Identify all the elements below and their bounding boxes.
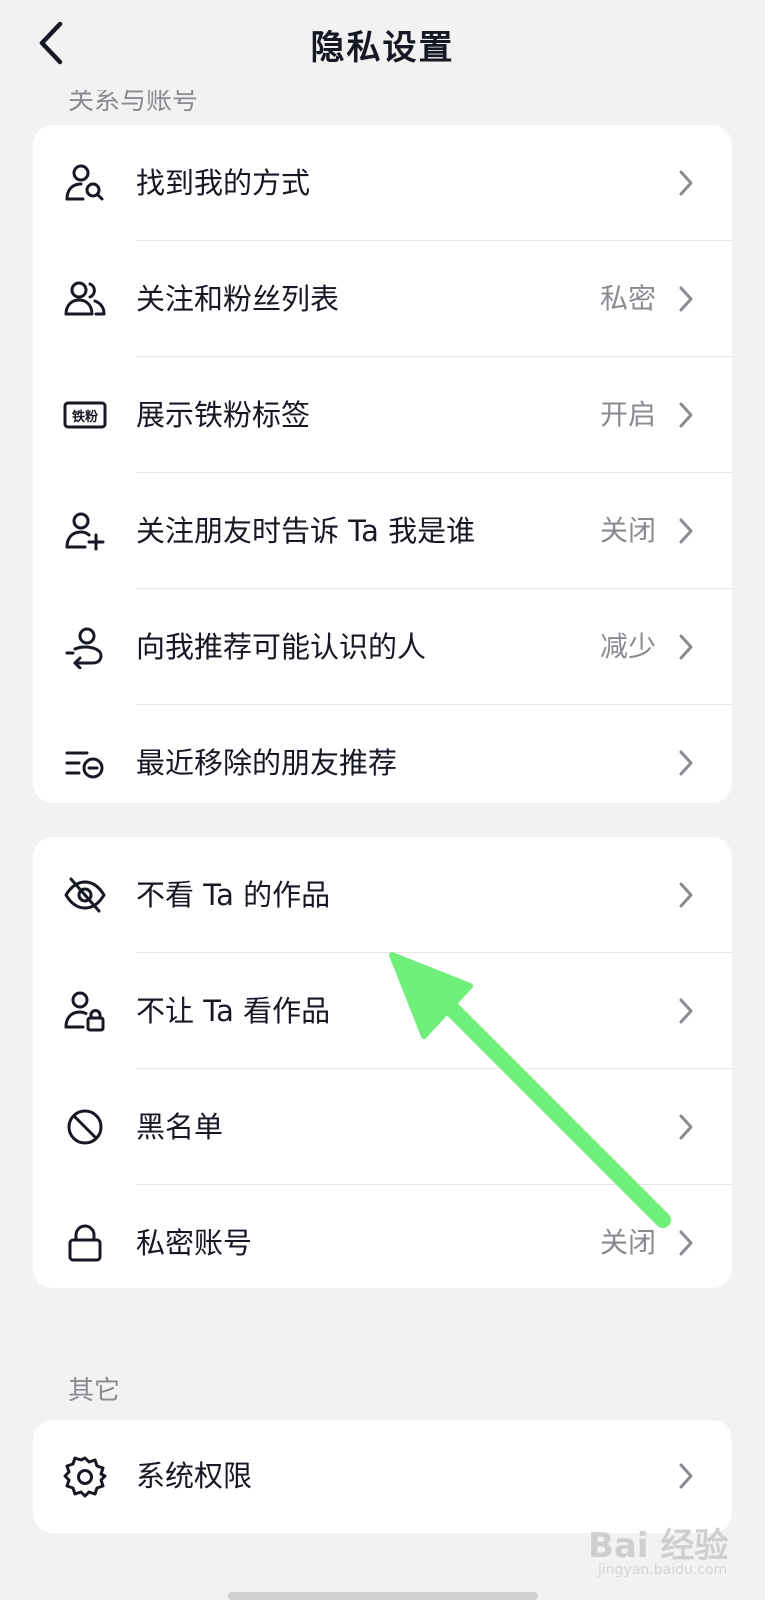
row-hide-their-works[interactable]: 不看 Ta 的作品: [33, 837, 732, 953]
home-indicator: [228, 1592, 538, 1600]
row-label: 最近移除的朋友推荐: [136, 746, 398, 780]
row-tiefen-badge[interactable]: 铁粉 展示铁粉标签 开启: [33, 357, 732, 473]
row-label: 私密账号: [136, 1226, 253, 1260]
chevron-right-icon: [679, 1114, 693, 1140]
add-user-icon: [65, 512, 105, 551]
row-label: 关注朋友时告诉 Ta 我是谁: [136, 514, 476, 548]
row-recommend-people[interactable]: 向我推荐可能认识的人 减少: [33, 589, 732, 705]
header: 隐私设置: [0, 0, 765, 90]
tiefen-badge-text: 铁粉: [71, 409, 98, 425]
tiefen-badge-icon: 铁粉: [63, 401, 107, 429]
relations-card: 找到我的方式 关注和粉丝列表 私密 铁粉 展示铁粉标签 开启 关注朋友时告诉 T…: [33, 125, 732, 803]
lock-icon: [68, 1224, 102, 1262]
gear-icon: [63, 1456, 107, 1498]
row-label: 展示铁粉标签: [136, 398, 311, 432]
row-find-me[interactable]: 找到我的方式: [33, 125, 732, 241]
chevron-right-icon: [679, 750, 693, 776]
eye-off-icon: [64, 877, 106, 913]
row-value: 关闭: [599, 1226, 656, 1259]
row-label: 不看 Ta 的作品: [136, 878, 331, 912]
row-value: 减少: [599, 630, 656, 663]
watermark-url: jingyan.baidu.com: [598, 1562, 728, 1578]
row-label: 黑名单: [136, 1110, 224, 1144]
section-label-other: 其它: [68, 1376, 121, 1406]
chevron-right-icon: [679, 518, 693, 544]
followers-icon: [64, 281, 106, 316]
chevron-right-icon: [679, 1463, 693, 1489]
other-card: 系统权限: [33, 1420, 732, 1533]
chevron-right-icon: [679, 286, 693, 312]
row-private-account[interactable]: 私密账号 关闭: [33, 1185, 732, 1288]
chevron-right-icon: [679, 1230, 693, 1256]
row-label: 向我推荐可能认识的人: [136, 630, 427, 664]
page-title: 隐私设置: [310, 28, 455, 68]
user-lock-icon: [64, 991, 105, 1032]
row-label: 系统权限: [136, 1459, 253, 1493]
chevron-right-icon: [679, 402, 693, 428]
chevron-right-icon: [679, 634, 693, 660]
recommend-user-icon: [65, 627, 103, 669]
row-label: 关注和粉丝列表: [136, 282, 340, 316]
block-icon: [67, 1109, 103, 1145]
row-blacklist[interactable]: 黑名单: [33, 1069, 732, 1185]
find-user-icon: [65, 164, 104, 201]
row-system-permissions[interactable]: 系统权限: [33, 1420, 732, 1533]
chevron-right-icon: [679, 170, 693, 196]
row-followers-list[interactable]: 关注和粉丝列表 私密: [33, 241, 732, 357]
watermark-logo: Bai 经验: [588, 1526, 729, 1566]
removed-list-icon: [65, 751, 104, 779]
row-value: 私密: [599, 282, 656, 315]
row-value: 关闭: [599, 514, 656, 547]
row-label: 不让 Ta 看作品: [136, 994, 331, 1028]
row-value: 开启: [599, 398, 656, 431]
interaction-card: 不看 Ta 的作品 不让 Ta 看作品 黑名单 私密账号 关闭: [33, 837, 732, 1288]
row-label: 找到我的方式: [136, 166, 311, 200]
chevron-right-icon: [679, 998, 693, 1024]
row-hide-my-works[interactable]: 不让 Ta 看作品: [33, 953, 732, 1069]
row-removed-recommendations[interactable]: 最近移除的朋友推荐: [33, 705, 732, 803]
row-tell-identity[interactable]: 关注朋友时告诉 Ta 我是谁 关闭: [33, 473, 732, 589]
chevron-right-icon: [679, 882, 693, 908]
